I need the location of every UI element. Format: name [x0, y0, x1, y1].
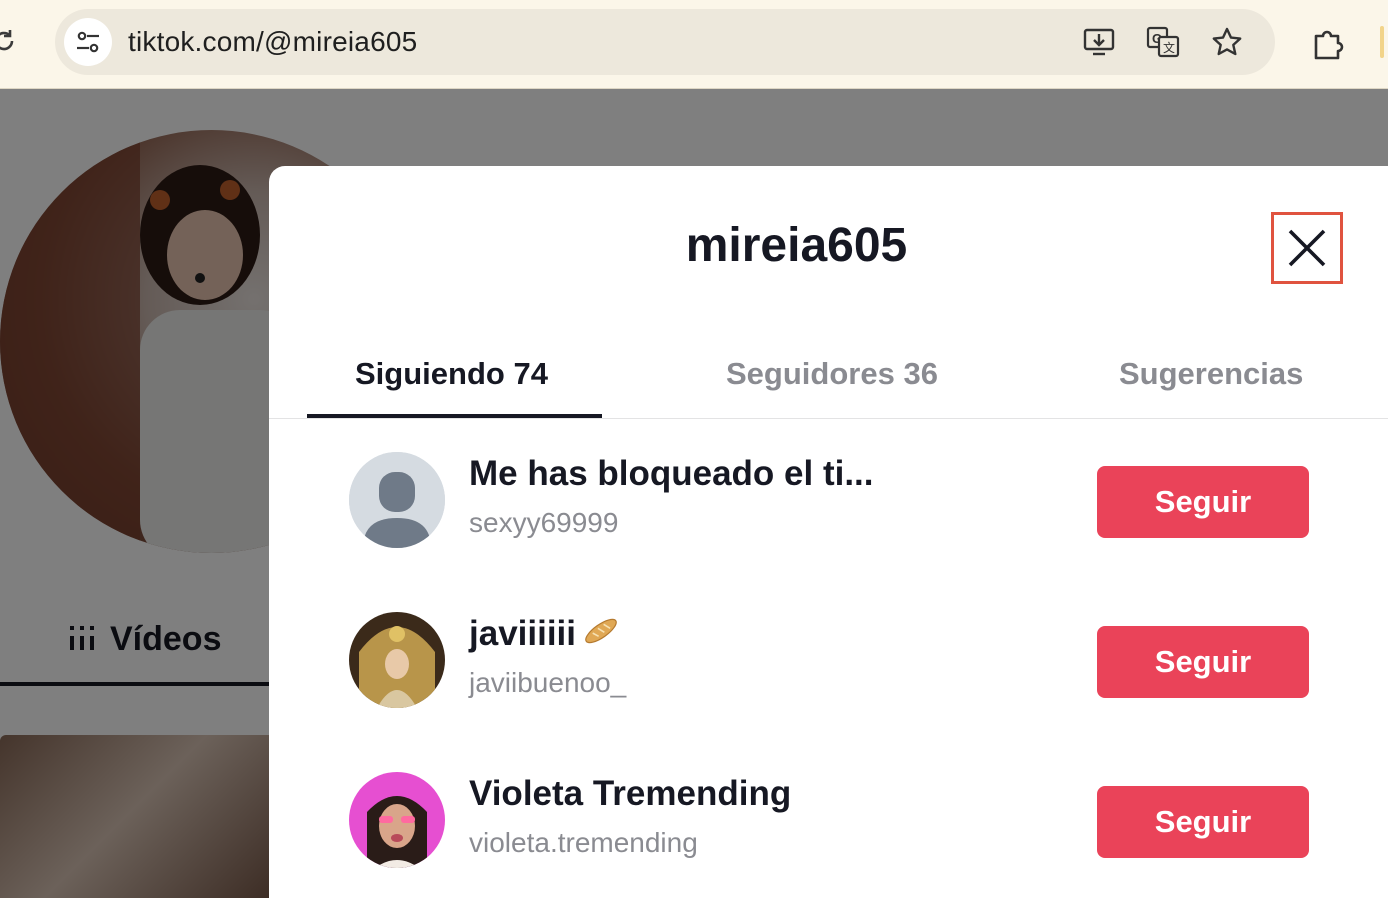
avatar[interactable] — [349, 612, 445, 708]
bread-icon — [582, 614, 620, 657]
tab-label: Sugerencias — [1119, 356, 1304, 391]
user-handle[interactable]: violeta.tremending — [469, 827, 698, 859]
active-tab-indicator — [307, 414, 602, 418]
bookmark-star-icon[interactable] — [1210, 25, 1244, 59]
user-display-name[interactable]: Me has bloqueado el ti... — [469, 454, 874, 494]
user-handle[interactable]: javiibuenoo_ — [469, 667, 626, 699]
tab-label: Siguiendo — [355, 356, 505, 391]
user-display-name[interactable]: javiiiiii — [469, 614, 620, 657]
user-display-name-text: javiiiiii — [469, 614, 576, 653]
url-text[interactable]: tiktok.com/@mireia605 — [128, 26, 417, 58]
tab-siguiendo[interactable]: Siguiendo 74 — [355, 356, 548, 392]
default-avatar-icon — [349, 452, 445, 548]
tab-sugerencias[interactable]: Sugerencias — [1119, 356, 1303, 392]
modal-title: mireia605 — [685, 219, 908, 272]
install-app-icon[interactable] — [1082, 25, 1116, 59]
tab-count: 74 — [513, 356, 548, 391]
translate-icon[interactable]: G 文 — [1146, 25, 1180, 59]
follow-button[interactable]: Seguir — [1097, 626, 1309, 698]
follow-button[interactable]: Seguir — [1097, 786, 1309, 858]
user-handle[interactable]: sexyy69999 — [469, 507, 618, 539]
avatar[interactable] — [349, 772, 445, 868]
list-item[interactable]: Me has bloqueado el ti... sexyy69999 Seg… — [269, 428, 1388, 588]
user-display-name[interactable]: Violeta Tremending — [469, 774, 791, 814]
follow-button[interactable]: Seguir — [1097, 466, 1309, 538]
tab-seguidores[interactable]: Seguidores 36 — [726, 356, 938, 392]
address-bar[interactable]: tiktok.com/@mireia605 G 文 — [55, 9, 1275, 75]
avatar[interactable] — [349, 452, 445, 548]
list-item[interactable]: Violeta Tremending violeta.tremending Se… — [269, 748, 1388, 898]
list-item[interactable]: javiiiiii javiibuenoo_ Seguir — [269, 588, 1388, 748]
extensions-icon[interactable] — [1310, 24, 1348, 62]
close-icon — [1288, 229, 1326, 267]
browser-toolbar: tiktok.com/@mireia605 G 文 — [0, 0, 1388, 89]
profile-indicator — [1380, 26, 1384, 58]
modal-tabs: Siguiendo 74 Seguidores 36 Sugerencias — [269, 336, 1388, 419]
following-modal: mireia605 Siguiendo 74 Seguidores 36 Sug… — [269, 166, 1388, 898]
close-button[interactable] — [1271, 212, 1343, 284]
tab-count: 36 — [903, 356, 938, 391]
svg-text:文: 文 — [1163, 40, 1175, 55]
site-info-icon[interactable] — [64, 18, 112, 66]
reload-icon[interactable] — [0, 27, 18, 55]
tab-label: Seguidores — [726, 356, 895, 391]
